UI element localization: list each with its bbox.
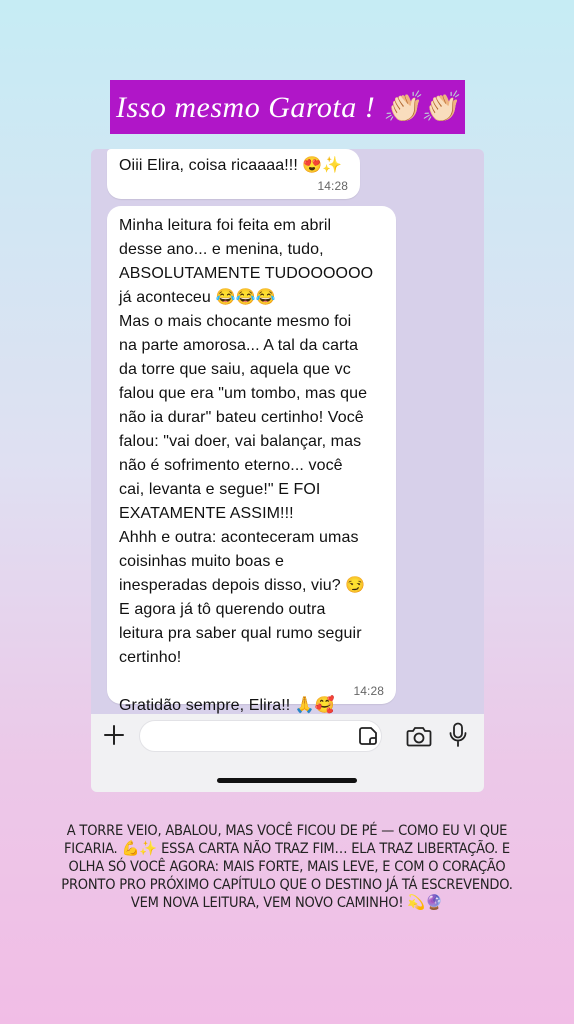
sticker-icon[interactable] — [358, 726, 378, 746]
message-text: Oiii Elira, coisa ricaaaa!!! 😍✨ — [119, 157, 343, 174]
story-headline: Isso mesmo Garota ! 👏🏻👏🏻 — [110, 80, 465, 134]
message-time: 14:28 — [353, 684, 384, 698]
home-indicator — [217, 778, 357, 783]
message-time: 14:28 — [317, 179, 348, 193]
message-bubble: Oiii Elira, coisa ricaaaa!!! 😍✨ 14:28 — [107, 149, 360, 199]
plus-icon[interactable] — [103, 724, 125, 746]
message-input-bar — [91, 714, 484, 792]
microphone-icon[interactable] — [448, 722, 468, 748]
message-text: Minha leitura foi feita em abril desse a… — [119, 217, 374, 738]
message-bubble: Minha leitura foi feita em abril desse a… — [107, 206, 396, 738]
story-caption: A TORRE VEIO, ABALOU, MAS VOCÊ FICOU DE … — [61, 823, 513, 911]
message-input[interactable] — [139, 720, 382, 752]
camera-icon[interactable] — [406, 725, 432, 747]
chat-screenshot: Oiii Elira, coisa ricaaaa!!! 😍✨ 14:28 Mi… — [91, 149, 484, 792]
